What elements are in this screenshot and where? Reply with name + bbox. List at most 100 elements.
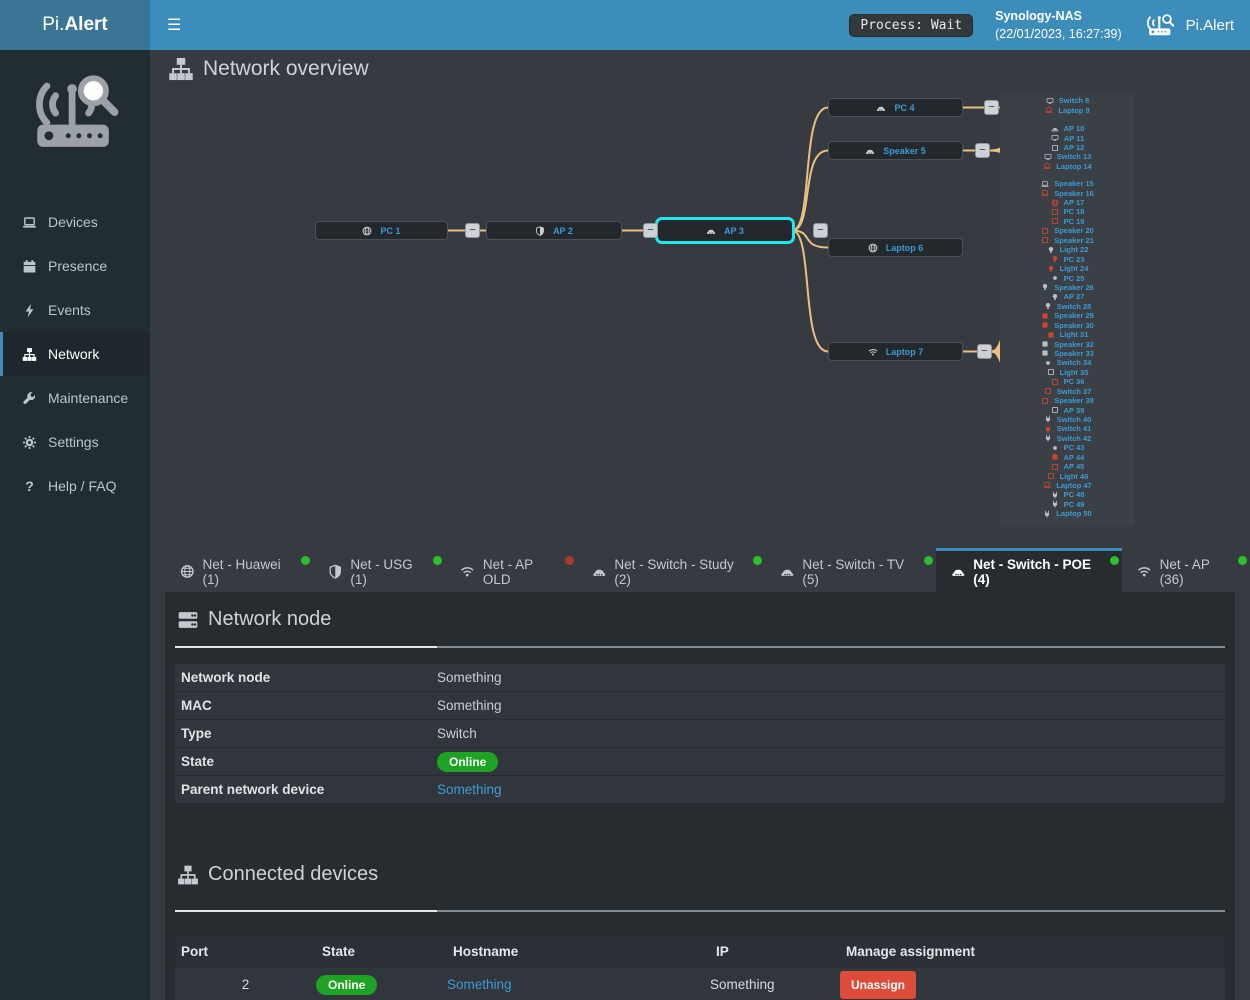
- collapse-button[interactable]: −: [975, 143, 990, 158]
- device-node-laptop-47[interactable]: Laptop 47: [1000, 481, 1135, 490]
- device-node-pc-23[interactable]: PC 23: [1000, 254, 1135, 263]
- tab-label: Net - AP OLD: [483, 557, 562, 587]
- tab-net-usg-1[interactable]: Net - USG (1): [313, 548, 446, 592]
- device-node-pc-43[interactable]: PC 43: [1000, 443, 1135, 452]
- device-node-light-35[interactable]: Light 35: [1000, 368, 1135, 377]
- device-node-ap-44[interactable]: AP 44: [1000, 452, 1135, 461]
- device-node-label: Switch 34: [1057, 358, 1092, 367]
- sidebar-item-devices[interactable]: Devices: [0, 200, 150, 244]
- device-node-label: Switch 40: [1057, 415, 1092, 424]
- device-node-switch-28[interactable]: Switch 28: [1000, 302, 1135, 311]
- device-node-speaker-20[interactable]: Speaker 20: [1000, 226, 1135, 235]
- device-node-light-22[interactable]: Light 22: [1000, 245, 1135, 254]
- device-node-ap-11[interactable]: AP 11: [1000, 133, 1135, 142]
- device-node-label: Light 31: [1060, 330, 1089, 339]
- device-node-pc-25[interactable]: PC 25: [1000, 273, 1135, 282]
- sidebar-item-network[interactable]: Network: [0, 332, 150, 376]
- device-node-speaker-26[interactable]: Speaker 26: [1000, 283, 1135, 292]
- device-node-ap-27[interactable]: AP 27: [1000, 292, 1135, 301]
- device-node-pc-49[interactable]: PC 49: [1000, 500, 1135, 509]
- network-node-ap-2[interactable]: AP 2: [486, 221, 622, 240]
- property-link[interactable]: Something: [437, 782, 502, 797]
- square-icon: [1051, 406, 1059, 414]
- hostname-link[interactable]: Something: [447, 977, 512, 992]
- tab-label: Net - Switch - POE (4): [973, 557, 1107, 587]
- app-logo[interactable]: Pi.Alert: [0, 0, 150, 50]
- collapse-button[interactable]: −: [813, 223, 828, 238]
- square-icon: [1047, 472, 1055, 480]
- sidebar-item-events[interactable]: Events: [0, 288, 150, 332]
- device-node-speaker-38[interactable]: Speaker 38: [1000, 396, 1135, 405]
- tab-net-huawei-1[interactable]: Net - Huawei (1): [165, 548, 313, 592]
- column-header-port: Port: [175, 944, 316, 959]
- device-node-label: PC 48: [1064, 490, 1085, 499]
- tab-net-switch-study-2[interactable]: Net - Switch - Study (2): [577, 548, 765, 592]
- device-node-light-31[interactable]: Light 31: [1000, 330, 1135, 339]
- device-node-laptop-50[interactable]: Laptop 50: [1000, 509, 1135, 518]
- sidebar-item-maintenance[interactable]: Maintenance: [0, 376, 150, 420]
- tab-net-switch-poe-4[interactable]: Net - Switch - POE (4): [936, 548, 1122, 592]
- device-node-light-46[interactable]: Light 46: [1000, 471, 1135, 480]
- tab-net-ap-36[interactable]: Net - AP (36): [1122, 548, 1250, 592]
- device-node-label: Speaker 16: [1054, 189, 1094, 198]
- property-row-type: TypeSwitch: [175, 720, 1225, 747]
- bulb-icon: [1051, 293, 1059, 301]
- device-node-pc-36[interactable]: PC 36: [1000, 377, 1135, 386]
- network-node-laptop-7[interactable]: Laptop 7: [828, 342, 963, 361]
- device-node-switch-40[interactable]: Switch 40: [1000, 415, 1135, 424]
- device-node-switch-37[interactable]: Switch 37: [1000, 386, 1135, 395]
- device-node-light-24[interactable]: Light 24: [1000, 264, 1135, 273]
- collapse-button[interactable]: −: [977, 344, 992, 359]
- network-node-speaker-5[interactable]: Speaker 5: [828, 141, 963, 160]
- device-node-speaker-30[interactable]: Speaker 30: [1000, 320, 1135, 329]
- device-node-pc-19[interactable]: PC 19: [1000, 217, 1135, 226]
- device-node-pc-48[interactable]: PC 48: [1000, 490, 1135, 499]
- device-node-switch-41[interactable]: Switch 41: [1000, 424, 1135, 433]
- collapse-button[interactable]: −: [643, 223, 658, 238]
- network-node-pc-4[interactable]: PC 4: [828, 98, 963, 117]
- device-node-label: AP 39: [1064, 406, 1085, 415]
- device-node-label: Light 24: [1060, 264, 1089, 273]
- topbar-right: Process: Wait Synology-NAS (22/01/2023, …: [849, 7, 1250, 43]
- square-filled-icon: [1041, 312, 1049, 320]
- sidebar-item-presence[interactable]: Presence: [0, 244, 150, 288]
- device-node-speaker-15[interactable]: Speaker 15: [1000, 179, 1135, 188]
- server-icon: [177, 609, 199, 631]
- device-node-laptop-14[interactable]: Laptop 14: [1000, 162, 1135, 171]
- collapse-button[interactable]: −: [465, 223, 480, 238]
- plug-icon: [1044, 415, 1052, 423]
- device-node-ap-10[interactable]: AP 10: [1000, 124, 1135, 133]
- device-node-pc-18[interactable]: PC 18: [1000, 207, 1135, 216]
- square-icon: [1041, 397, 1049, 405]
- device-node-ap-17[interactable]: AP 17: [1000, 198, 1135, 207]
- device-node-ap-39[interactable]: AP 39: [1000, 405, 1135, 414]
- property-value: Something: [437, 670, 1225, 685]
- device-node-laptop-9[interactable]: Laptop 9: [1000, 105, 1135, 114]
- sidebar-item-label: Network: [48, 346, 99, 362]
- network-node-pc-1[interactable]: PC 1: [315, 221, 448, 240]
- device-node-speaker-21[interactable]: Speaker 21: [1000, 236, 1135, 245]
- device-node-speaker-32[interactable]: Speaker 32: [1000, 339, 1135, 348]
- sidebar-toggle-icon[interactable]: ☰: [150, 0, 198, 50]
- tab-net-switch-tv-5[interactable]: Net - Switch - TV (5): [765, 548, 936, 592]
- unassign-button[interactable]: Unassign: [840, 971, 916, 999]
- device-node-switch-8[interactable]: Switch 8: [1000, 96, 1135, 105]
- tab-net-ap-old[interactable]: Net - AP OLD: [445, 548, 577, 592]
- device-node-switch-13[interactable]: Switch 13: [1000, 152, 1135, 161]
- sidebar-item-help-faq[interactable]: ?Help / FAQ: [0, 464, 150, 508]
- network-node-laptop-6[interactable]: Laptop 6: [828, 238, 963, 257]
- network-node-ap-3[interactable]: AP 3: [655, 217, 795, 244]
- sidebar-item-settings[interactable]: Settings: [0, 420, 150, 464]
- device-node-ap-12[interactable]: AP 12: [1000, 143, 1135, 152]
- brand[interactable]: Pi.Alert: [1144, 12, 1234, 38]
- collapse-button[interactable]: −: [984, 100, 999, 115]
- plug-icon: [1044, 425, 1052, 433]
- device-node-ap-45[interactable]: AP 45: [1000, 462, 1135, 471]
- device-node-speaker-33[interactable]: Speaker 33: [1000, 349, 1135, 358]
- device-node-switch-42[interactable]: Switch 42: [1000, 434, 1135, 443]
- device-node-speaker-16[interactable]: Speaker 16: [1000, 188, 1135, 197]
- square-icon: [1041, 227, 1049, 235]
- device-node-switch-34[interactable]: Switch 34: [1000, 358, 1135, 367]
- device-node-speaker-29[interactable]: Speaker 29: [1000, 311, 1135, 320]
- bulb-icon: [1041, 283, 1049, 291]
